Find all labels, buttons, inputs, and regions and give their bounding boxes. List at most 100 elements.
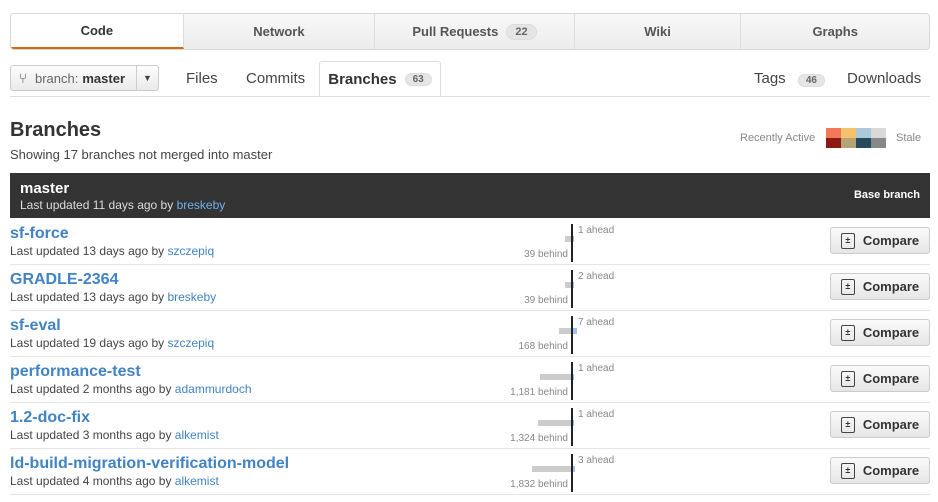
base-branch-bar: master Last updated 11 days ago by bresk… (10, 173, 930, 218)
tab-wiki[interactable]: Wiki (575, 14, 742, 49)
count-badge: 46 (797, 74, 825, 87)
ahead-bar (573, 420, 574, 426)
branch-name-link[interactable]: GRADLE-2364 (10, 271, 118, 289)
compare-icon: ± (840, 232, 855, 249)
branch-selector[interactable]: ⑂ branch: master ▼ (10, 65, 159, 91)
branch-name-link[interactable]: 1.2-doc-fix (10, 409, 90, 427)
ahead-bar (573, 236, 574, 242)
behind-count: 168 behind (518, 341, 569, 352)
legend-swatch (871, 138, 886, 148)
chevron-down-icon[interactable]: ▼ (136, 66, 158, 90)
subtab-label: Tags (754, 70, 786, 87)
branch-row: sf-eval Last updated 19 days ago by szcz… (10, 311, 930, 357)
author-link[interactable]: alkemist (175, 428, 219, 442)
ahead-count: 1 ahead (578, 225, 615, 236)
compare-button[interactable]: ± Compare (830, 273, 930, 300)
behind-count: 1,832 behind (510, 479, 568, 490)
updated-text: Last updated 19 days ago by (10, 336, 168, 350)
behind-bar (540, 374, 571, 380)
ahead-behind-divider (571, 454, 573, 492)
subtab-label: Branches (328, 71, 397, 88)
branch-meta: Last updated 2 months ago by adammurdoch (10, 382, 252, 396)
repo-nav: Code Network Pull Requests 22 Wiki Graphs (10, 13, 930, 50)
legend-swatch (826, 128, 841, 138)
behind-bar (559, 328, 571, 334)
ahead-behind-divider (571, 316, 573, 354)
compare-button[interactable]: ± Compare (830, 411, 930, 438)
branch-row: sf-force Last updated 13 days ago by szc… (10, 219, 930, 265)
behind-bar (532, 466, 571, 472)
branch-row: ld-build-migration-verification-model La… (10, 449, 930, 495)
author-link[interactable]: breskeby (167, 290, 216, 304)
legend-swatch (856, 128, 871, 138)
branch-meta: Last updated 13 days ago by szczepiq (10, 244, 214, 258)
ahead-bar (573, 374, 574, 380)
author-link[interactable]: alkemist (175, 474, 219, 488)
page-subtitle: Showing 17 branches not merged into mast… (10, 147, 273, 162)
author-link[interactable]: adammurdoch (175, 382, 252, 396)
legend-swatch (871, 128, 886, 138)
compare-icon: ± (840, 278, 855, 295)
branch-icon: ⑂ (18, 70, 28, 86)
branch-name-link[interactable]: sf-force (10, 225, 69, 243)
compare-icon: ± (840, 324, 855, 341)
page-title: Branches (10, 119, 102, 141)
legend-recent-label: Recently Active (740, 132, 816, 144)
tab-label: Wiki (644, 24, 671, 39)
tab-graphs[interactable]: Graphs (741, 14, 929, 49)
subtab-downloads[interactable]: Downloads (847, 70, 921, 87)
compare-label: Compare (862, 233, 920, 248)
ahead-behind-divider (571, 362, 573, 400)
ahead-count: 3 ahead (578, 455, 615, 466)
compare-label: Compare (862, 279, 920, 294)
behind-count: 1,324 behind (510, 433, 568, 444)
subtab-commits[interactable]: Commits (246, 70, 305, 87)
behind-count: 39 behind (524, 249, 568, 260)
legend-swatch (841, 128, 856, 138)
tab-label: Code (80, 23, 114, 38)
tab-label: Pull Requests (412, 24, 499, 39)
updated-text: Last updated 3 months ago by (10, 428, 175, 442)
branch-meta: Last updated 13 days ago by breskeby (10, 290, 216, 304)
author-link[interactable]: szczepiq (167, 244, 214, 258)
ahead-behind-divider (571, 270, 573, 308)
tab-label: Network (253, 24, 305, 39)
compare-button[interactable]: ± Compare (830, 457, 930, 484)
branch-meta: Last updated 4 months ago by alkemist (10, 474, 219, 488)
subtab-tags[interactable]: Tags 46 (754, 70, 825, 87)
compare-button[interactable]: ± Compare (830, 319, 930, 346)
author-link[interactable]: szczepiq (167, 336, 214, 350)
tab-pull-requests[interactable]: Pull Requests 22 (375, 14, 575, 49)
tab-code[interactable]: Code (11, 14, 184, 49)
behind-count: 1,181 behind (510, 387, 568, 398)
branch-name-link[interactable]: performance-test (10, 363, 141, 381)
branch-meta: Last updated 19 days ago by szczepiq (10, 336, 214, 350)
branch-row: GRADLE-2364 Last updated 13 days ago by … (10, 265, 930, 311)
compare-label: Compare (862, 325, 920, 340)
compare-label: Compare (862, 371, 920, 386)
ahead-behind-divider (571, 224, 573, 262)
author-link[interactable]: breskeby (177, 198, 226, 212)
compare-label: Compare (862, 463, 920, 478)
legend-swatch (856, 138, 871, 148)
ahead-behind-divider (571, 408, 573, 446)
ahead-bar (573, 282, 574, 288)
subtab-files[interactable]: Files (186, 70, 218, 87)
updated-text: Last updated 4 months ago by (10, 474, 175, 488)
compare-button[interactable]: ± Compare (830, 365, 930, 392)
tab-label: Graphs (812, 24, 858, 39)
subtab-branches[interactable]: Branches 63 (319, 61, 441, 97)
compare-label: Compare (862, 417, 920, 432)
compare-icon: ± (840, 416, 855, 433)
branch-selector-value: master (82, 70, 126, 86)
updated-text: Last updated 13 days ago by (10, 290, 168, 304)
tab-network[interactable]: Network (184, 14, 376, 49)
branch-name-link[interactable]: ld-build-migration-verification-model (10, 455, 289, 473)
compare-button[interactable]: ± Compare (830, 227, 930, 254)
updated-text: Last updated 11 days ago by (20, 198, 177, 212)
ahead-bar (573, 328, 577, 334)
base-branch-name[interactable]: master (20, 180, 69, 197)
legend-swatch (841, 138, 856, 148)
branch-name-link[interactable]: sf-eval (10, 317, 61, 335)
legend-stale-label: Stale (896, 132, 922, 144)
